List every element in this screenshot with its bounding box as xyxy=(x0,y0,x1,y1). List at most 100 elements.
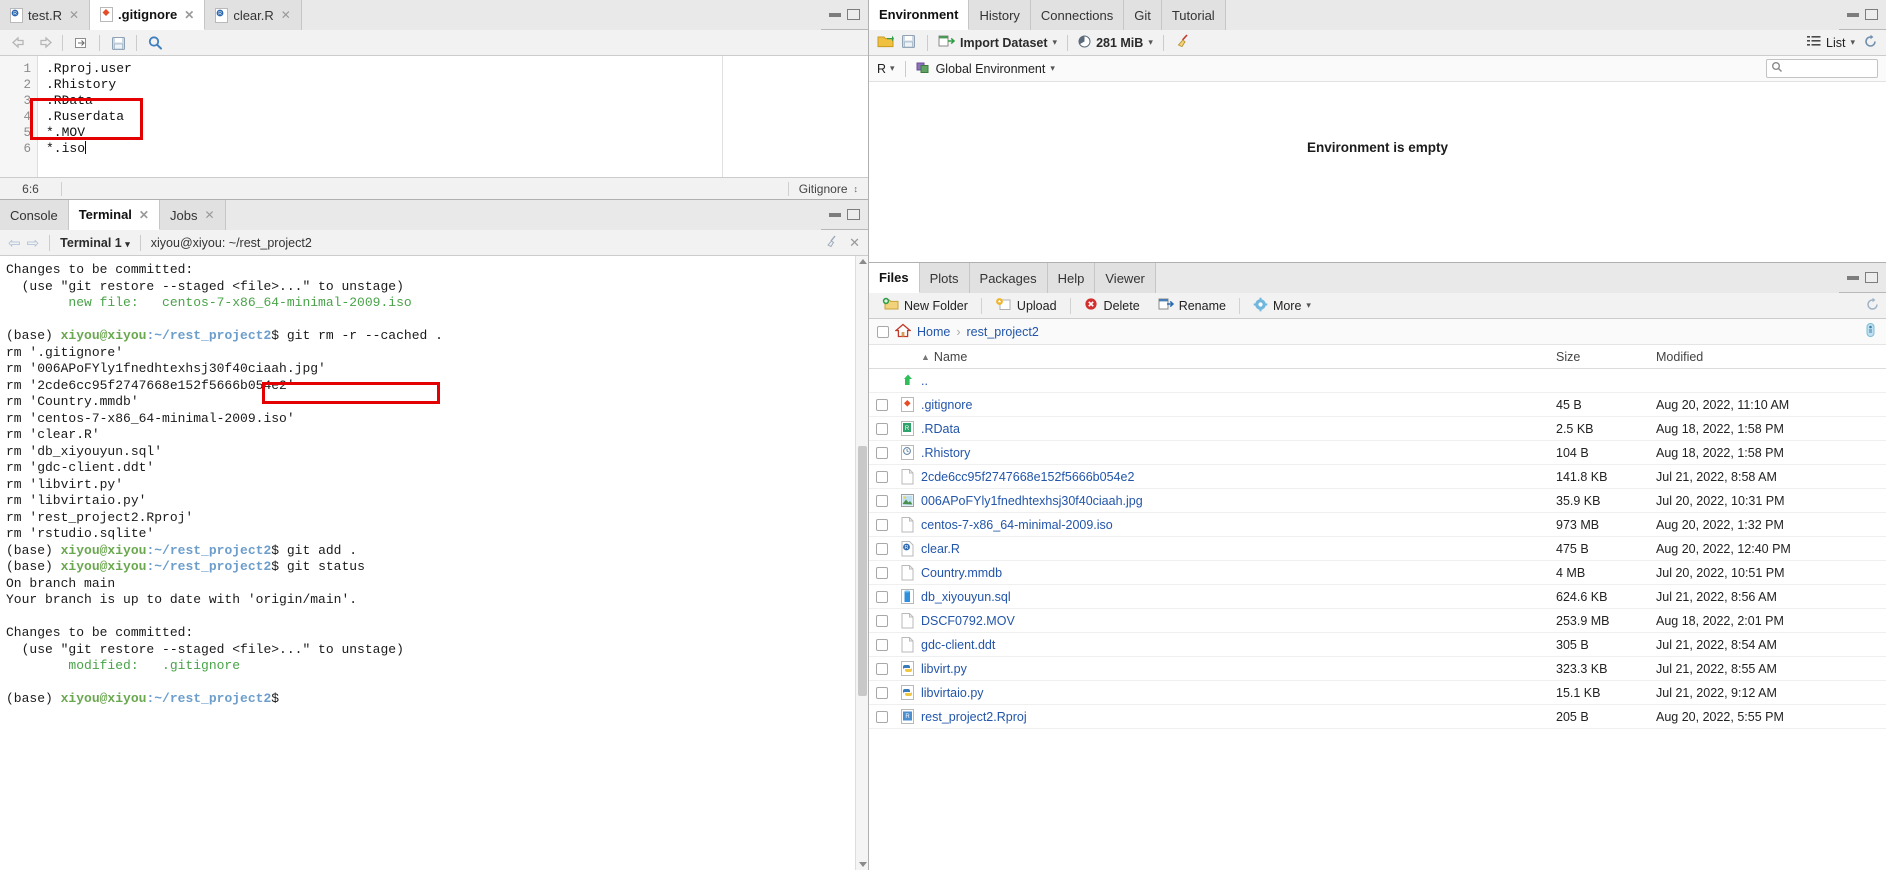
row-checkbox[interactable] xyxy=(876,638,888,651)
forward-arrow-icon[interactable] xyxy=(33,33,55,53)
row-checkbox[interactable] xyxy=(876,614,888,627)
tab-history[interactable]: History xyxy=(969,0,1031,30)
file-name[interactable]: libvirtaio.py xyxy=(921,686,1556,700)
row-checkbox[interactable] xyxy=(876,686,888,699)
source-tab-clear-r[interactable]: R clear.R ✕ xyxy=(205,0,302,30)
select-all-checkbox[interactable] xyxy=(877,325,889,338)
find-icon[interactable] xyxy=(144,33,166,53)
rename-button[interactable]: Rename xyxy=(1151,295,1233,317)
language-selector[interactable]: R ▾ xyxy=(877,62,895,76)
close-icon[interactable]: ✕ xyxy=(69,8,79,22)
terminal-output[interactable]: Changes to be committed: (use "git resto… xyxy=(0,256,868,870)
tab-help[interactable]: Help xyxy=(1047,263,1096,293)
row-checkbox[interactable] xyxy=(876,470,888,483)
refresh-icon[interactable] xyxy=(1863,34,1878,52)
environment-search-input[interactable] xyxy=(1783,61,1873,76)
column-header-name[interactable]: ▲ Name xyxy=(921,350,1556,364)
file-name[interactable]: db_xiyouyun.sql xyxy=(921,590,1556,604)
upload-button[interactable]: Upload xyxy=(988,295,1064,317)
table-row[interactable]: libvirt.py 323.3 KB Jul 21, 2022, 8:55 AM xyxy=(869,657,1886,681)
breadcrumb-current-link[interactable]: rest_project2 xyxy=(967,325,1039,339)
table-row[interactable]: 006APoFYly1fnedhtexhsj30f40ciaah.jpg 35.9… xyxy=(869,489,1886,513)
open-folder-icon[interactable] xyxy=(877,34,895,52)
row-checkbox[interactable] xyxy=(876,422,888,435)
close-icon[interactable]: ✕ xyxy=(204,208,214,222)
table-row[interactable]: R .RData 2.5 KB Aug 18, 2022, 1:58 PM xyxy=(869,417,1886,441)
row-checkbox[interactable] xyxy=(876,518,888,531)
table-row[interactable]: gdc-client.ddt 305 B Jul 21, 2022, 8:54 AM xyxy=(869,633,1886,657)
minimize-icon[interactable] xyxy=(1847,12,1859,17)
row-checkbox[interactable] xyxy=(876,494,888,507)
maximize-icon[interactable] xyxy=(847,9,860,20)
more-button[interactable]: More ▾ xyxy=(1246,295,1318,317)
global-environment-selector[interactable]: Global Environment ▾ xyxy=(916,60,1055,77)
file-name[interactable]: clear.R xyxy=(921,542,1556,556)
environment-search-box[interactable] xyxy=(1766,59,1878,78)
scrollbar-thumb[interactable] xyxy=(858,446,867,696)
table-row[interactable]: centos-7-x86_64-minimal-2009.iso 973 MB Au… xyxy=(869,513,1886,537)
tab-plots[interactable]: Plots xyxy=(919,263,970,293)
file-name[interactable]: rest_project2.Rproj xyxy=(921,710,1556,724)
tab-jobs[interactable]: Jobs ✕ xyxy=(159,200,226,230)
table-row[interactable]: db_xiyouyun.sql 624.6 KB Jul 21, 2022, 8:5… xyxy=(869,585,1886,609)
row-checkbox[interactable] xyxy=(876,662,888,675)
import-dataset-button[interactable]: Import Dataset ▾ xyxy=(938,34,1057,51)
tab-console[interactable]: Console xyxy=(0,200,69,230)
file-name[interactable]: .Rhistory xyxy=(921,446,1556,460)
table-row[interactable]: .gitignore 45 B Aug 20, 2022, 11:10 AM xyxy=(869,393,1886,417)
minimize-icon[interactable] xyxy=(829,212,841,217)
table-row[interactable]: Rclear.R 475 B Aug 20, 2022, 12:40 PM xyxy=(869,537,1886,561)
list-view-button[interactable]: List ▾ xyxy=(1807,35,1855,50)
breadcrumb-home-link[interactable]: Home xyxy=(917,325,950,339)
tab-terminal[interactable]: Terminal ✕ xyxy=(68,200,160,230)
file-name[interactable]: .gitignore xyxy=(921,398,1556,412)
row-checkbox[interactable] xyxy=(876,542,888,555)
file-name[interactable]: DSCF0792.MOV xyxy=(921,614,1556,628)
parent-directory-row[interactable]: .. xyxy=(869,369,1886,393)
column-header-modified[interactable]: Modified xyxy=(1656,350,1886,364)
row-checkbox[interactable] xyxy=(876,566,888,579)
table-row[interactable]: Rrest_project2.Rproj 205 B Aug 20, 2022, 5… xyxy=(869,705,1886,729)
table-row[interactable]: Country.mmdb 4 MB Jul 20, 2022, 10:51 PM xyxy=(869,561,1886,585)
save-icon[interactable] xyxy=(107,33,129,53)
files-refresh-icon[interactable] xyxy=(1865,297,1880,315)
row-checkbox[interactable] xyxy=(876,398,888,411)
close-icon[interactable]: ✕ xyxy=(184,8,194,22)
save-icon[interactable] xyxy=(901,34,917,52)
terminal-selector[interactable]: Terminal 1 ▾ xyxy=(60,236,130,250)
close-icon[interactable]: ✕ xyxy=(281,8,291,22)
row-checkbox[interactable] xyxy=(876,710,888,723)
tab-viewer[interactable]: Viewer xyxy=(1095,263,1156,293)
row-checkbox[interactable] xyxy=(876,446,888,459)
back-arrow-icon[interactable]: ⇦ xyxy=(8,234,21,252)
tab-files[interactable]: Files xyxy=(869,263,920,293)
table-row[interactable]: DSCF0792.MOV 253.9 MB Aug 18, 2022, 2:01 P… xyxy=(869,609,1886,633)
close-icon[interactable]: ✕ xyxy=(139,208,149,222)
file-name[interactable]: Country.mmdb xyxy=(921,566,1556,580)
minimize-icon[interactable] xyxy=(1847,275,1859,280)
new-folder-button[interactable]: New Folder xyxy=(875,295,975,317)
table-row[interactable]: 2cde6cc95f2747668e152f5666b054e2 141.8 KB… xyxy=(869,465,1886,489)
table-row[interactable]: libvirtaio.py 15.1 KB Jul 21, 2022, 9:12 A… xyxy=(869,681,1886,705)
file-name[interactable]: 006APoFYly1fnedhtexhsj30f40ciaah.jpg xyxy=(921,494,1556,508)
tab-tutorial[interactable]: Tutorial xyxy=(1161,0,1226,30)
maximize-icon[interactable] xyxy=(1865,272,1878,283)
forward-arrow-icon[interactable]: ⇨ xyxy=(27,234,40,252)
file-name[interactable]: .RData xyxy=(921,422,1556,436)
files-list[interactable]: .. .gitignore 45 B Aug 20, 2022, 11:10 AM R… xyxy=(869,369,1886,870)
popout-icon[interactable] xyxy=(70,33,92,53)
file-name[interactable]: 2cde6cc95f2747668e152f5666b054e2 xyxy=(921,470,1556,484)
maximize-icon[interactable] xyxy=(1865,9,1878,20)
source-tab-test-r[interactable]: R test.R ✕ xyxy=(0,0,91,30)
source-tab-gitignore[interactable]: .gitignore ✕ xyxy=(90,0,206,30)
table-row[interactable]: .Rhistory 104 B Aug 18, 2022, 1:58 PM xyxy=(869,441,1886,465)
file-type-selector[interactable]: Gitignore ↕ xyxy=(787,181,868,196)
back-arrow-icon[interactable] xyxy=(8,33,30,53)
code-editor[interactable]: 1 2 3 4 5 6 .Rproj.user .Rhistory .RData… xyxy=(0,56,868,177)
close-terminal-icon[interactable]: ✕ xyxy=(849,235,860,251)
code-content[interactable]: .Rproj.user .Rhistory .RData .Ruserdata … xyxy=(38,56,868,177)
tab-packages[interactable]: Packages xyxy=(969,263,1048,293)
minimize-icon[interactable] xyxy=(829,12,841,17)
broom-icon[interactable] xyxy=(824,234,839,252)
broom-icon[interactable] xyxy=(1174,33,1191,52)
